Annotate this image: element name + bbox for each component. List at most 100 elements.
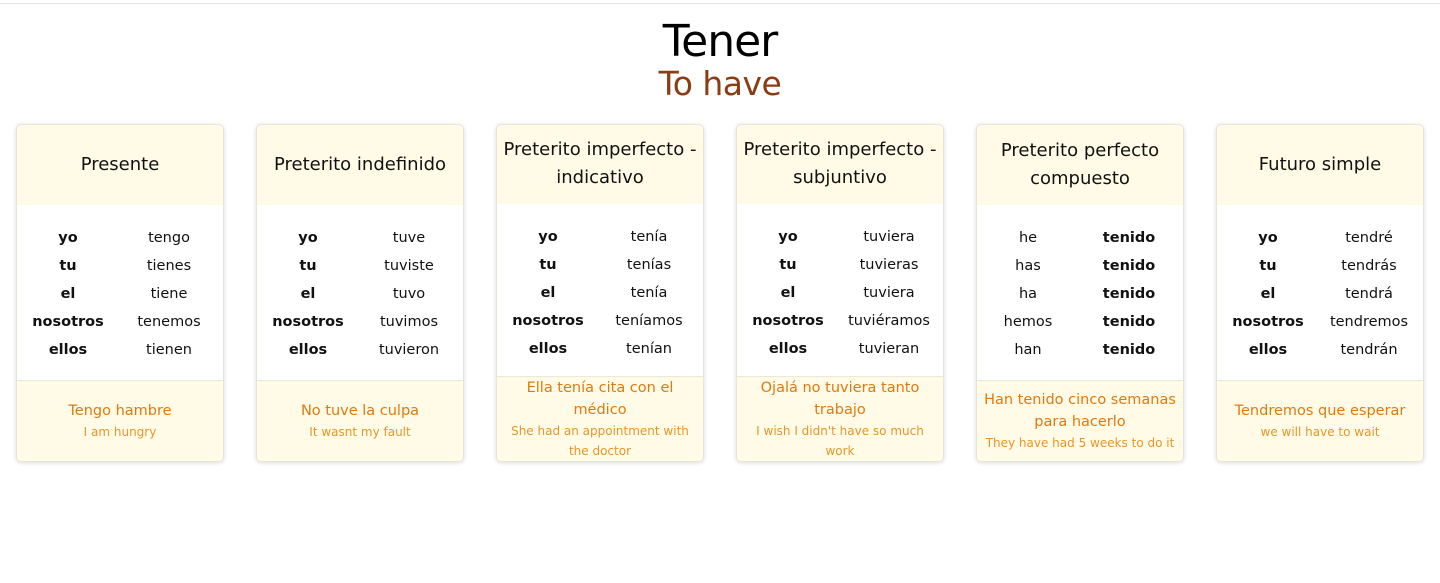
conjugation-row: ellos tendrán bbox=[1217, 336, 1423, 364]
verb-form: tenía bbox=[630, 228, 668, 245]
verb-form: tienen bbox=[146, 342, 192, 358]
participle: tenido bbox=[1102, 258, 1156, 274]
conjugation-row: yo tendré bbox=[1217, 224, 1423, 252]
example-translation: I wish I didn't have so much work bbox=[756, 424, 924, 458]
pronoun: el bbox=[60, 286, 76, 302]
verb-form: tuvieron bbox=[378, 342, 440, 358]
example-translation: She had an appointment with the doctor bbox=[511, 424, 689, 458]
page-subtitle: To have bbox=[658, 64, 782, 103]
pronoun: el bbox=[780, 284, 796, 301]
pronoun: ellos bbox=[768, 340, 808, 357]
conjugation-table: yo tendré tu tendrás el tendrá nosotros tend… bbox=[1217, 205, 1423, 381]
verb-form: tendrán bbox=[1340, 342, 1398, 358]
pronoun: nosotros bbox=[512, 312, 584, 329]
conjugation-row: nosotros tuvimos bbox=[257, 308, 463, 336]
pronoun: yo bbox=[778, 228, 798, 245]
example-translation: It wasnt my fault bbox=[309, 425, 411, 439]
page-title: Tener bbox=[662, 16, 779, 67]
verb-form: tuviera bbox=[863, 228, 915, 245]
tense-title: Futuro simple bbox=[1217, 125, 1423, 205]
conjugation-table: he tenido has tenido ha tenido hemos tenido … bbox=[977, 205, 1183, 381]
pronoun: yo bbox=[1258, 230, 1278, 246]
tense-title: Preterito indefinido bbox=[257, 125, 463, 205]
verb-form: tenían bbox=[626, 340, 672, 357]
conjugation-row: ellos tuvieron bbox=[257, 336, 463, 364]
pronoun: yo bbox=[58, 230, 78, 246]
participle: tenido bbox=[1102, 286, 1156, 302]
example-sentence: Tengo hambre bbox=[68, 403, 172, 419]
conjugation-row: el tuvo bbox=[257, 280, 463, 308]
pronoun: nosotros bbox=[752, 312, 824, 329]
conjugation-table: yo tuviera tu tuvieras el tuviera nosotros t… bbox=[737, 204, 943, 377]
example-sentence: Ojalá no tuviera tanto trabajo bbox=[760, 380, 920, 418]
tense-card-preterito-indefinido: Preterito indefinido yo tuve tu tuviste el… bbox=[256, 124, 464, 462]
verb-form: tuvimos bbox=[379, 314, 439, 330]
verb-form: tenemos bbox=[137, 314, 201, 330]
participle: tenido bbox=[1102, 314, 1156, 330]
pronoun: yo bbox=[538, 228, 558, 245]
verb-form: tenías bbox=[626, 256, 672, 273]
conjugation-row: hemos tenido bbox=[977, 308, 1183, 336]
conjugation-row: tu tuvieras bbox=[737, 251, 943, 279]
pronoun: ellos bbox=[528, 340, 568, 357]
verb-form: tendremos bbox=[1329, 314, 1409, 330]
conjugation-row: tu tenías bbox=[497, 251, 703, 279]
verb-form: tenía bbox=[630, 284, 668, 301]
tense-title: Preterito perfecto compuesto bbox=[977, 125, 1183, 205]
top-divider bbox=[0, 3, 1440, 4]
auxiliary-verb: ha bbox=[1018, 286, 1038, 302]
verb-form: tuvo bbox=[392, 286, 426, 302]
tense-card-presente: Presente yo tengo tu tienes el tiene nosotr… bbox=[16, 124, 224, 462]
conjugation-row: yo tengo bbox=[17, 224, 223, 252]
example-section: Han tenido cinco semanas para hacerlo Th… bbox=[977, 381, 1183, 461]
example-section: No tuve la culpa It wasnt my fault bbox=[257, 381, 463, 461]
auxiliary-verb: hemos bbox=[1003, 314, 1053, 330]
tense-title: Presente bbox=[17, 125, 223, 205]
example-section: Tengo hambre I am hungry bbox=[17, 381, 223, 461]
conjugation-row: han tenido bbox=[977, 336, 1183, 364]
conjugation-row: nosotros tenemos bbox=[17, 308, 223, 336]
auxiliary-verb: has bbox=[1015, 258, 1041, 274]
pronoun: tu bbox=[779, 256, 797, 273]
participle: tenido bbox=[1102, 342, 1156, 358]
tense-card-perfecto-compuesto: Preterito perfecto compuesto he tenido ha… bbox=[976, 124, 1184, 462]
pronoun: nosotros bbox=[1232, 314, 1304, 330]
tense-card-imperfecto-indicativo: Preterito imperfecto - indicativo yo tení… bbox=[496, 124, 704, 462]
verb-form: tuviste bbox=[384, 258, 434, 274]
conjugation-row: el tenía bbox=[497, 279, 703, 307]
verb-form: tiene bbox=[150, 286, 188, 302]
conjugation-table: yo tenía tu tenías el tenía nosotros teníamo… bbox=[497, 204, 703, 377]
verb-form: tuviera bbox=[863, 284, 915, 301]
tense-title: Preterito imperfecto - subjuntivo bbox=[737, 125, 943, 204]
pronoun: el bbox=[540, 284, 556, 301]
pronoun: nosotros bbox=[32, 314, 104, 330]
pronoun: tu bbox=[1259, 258, 1277, 274]
verb-form: tendré bbox=[1345, 230, 1393, 246]
conjugation-row: tu tendrás bbox=[1217, 252, 1423, 280]
conjugation-row: tu tuviste bbox=[257, 252, 463, 280]
pronoun: ellos bbox=[288, 342, 328, 358]
conjugation-row: el tendrá bbox=[1217, 280, 1423, 308]
conjugation-table: yo tuve tu tuviste el tuvo nosotros tuvimos … bbox=[257, 205, 463, 381]
pronoun: ellos bbox=[48, 342, 88, 358]
pronoun: el bbox=[1260, 286, 1276, 302]
conjugation-table: yo tengo tu tienes el tiene nosotros tenemos… bbox=[17, 205, 223, 381]
pronoun: nosotros bbox=[272, 314, 344, 330]
verb-form: tuve bbox=[392, 230, 426, 246]
example-section: Ella tenía cita con el médico She had an… bbox=[497, 377, 703, 461]
verb-form: tendrás bbox=[1341, 258, 1397, 274]
verb-form: tuvieras bbox=[859, 256, 919, 273]
pronoun: yo bbox=[298, 230, 318, 246]
verb-form: tuviéramos bbox=[848, 312, 930, 329]
conjugation-row: ellos tienen bbox=[17, 336, 223, 364]
verb-form: teníamos bbox=[615, 312, 683, 329]
conjugation-row: el tiene bbox=[17, 280, 223, 308]
conjugation-row: nosotros tendremos bbox=[1217, 308, 1423, 336]
tense-title: Preterito imperfecto - indicativo bbox=[497, 125, 703, 204]
example-section: Tendremos que esperar we will have to wa… bbox=[1217, 381, 1423, 461]
pronoun: tu bbox=[59, 258, 77, 274]
example-sentence: Tendremos que esperar bbox=[1234, 403, 1406, 419]
example-sentence: Ella tenía cita con el médico bbox=[526, 380, 674, 418]
conjugation-row: ha tenido bbox=[977, 280, 1183, 308]
conjugation-row: has tenido bbox=[977, 252, 1183, 280]
